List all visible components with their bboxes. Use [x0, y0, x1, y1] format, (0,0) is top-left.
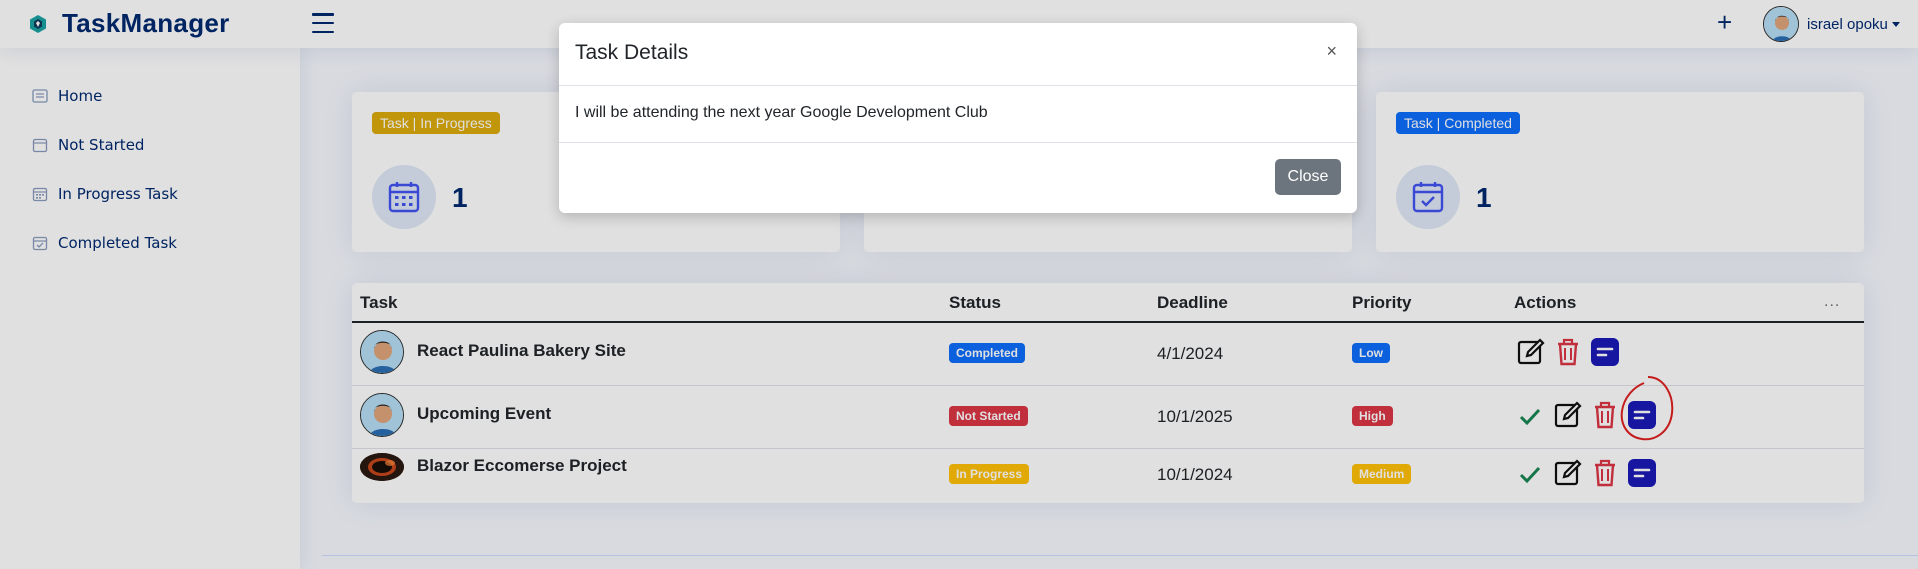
modal-title: Task Details: [575, 41, 689, 64]
task-details-modal: Task Details × I will be attending the n…: [559, 23, 1357, 213]
modal-header-divider: [559, 85, 1357, 86]
modal-footer-divider: [559, 142, 1357, 143]
modal-body-text: I will be attending the next year Google…: [575, 104, 988, 121]
close-button[interactable]: Close: [1275, 159, 1341, 195]
close-icon[interactable]: ×: [1326, 42, 1337, 60]
